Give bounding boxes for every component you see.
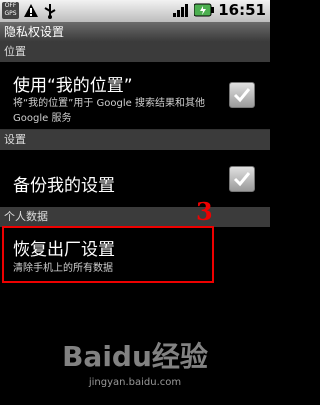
status-time: 16:51 [218, 1, 266, 19]
highlight-box [2, 226, 214, 283]
section-header-location: 位置 [0, 42, 270, 62]
item-title: 使用“我的位置” [13, 76, 133, 96]
section-header-settings: 设置 [0, 130, 270, 150]
item-title: 备份我的设置 [13, 176, 115, 196]
signal-icon [173, 4, 189, 17]
gps-off-icon: OFF GPS [2, 2, 19, 19]
item-summary: 将“我的位置”用于 Google 搜索结果和其他 Google 服务 [13, 98, 205, 124]
backup-checkbox[interactable] [229, 166, 255, 192]
battery-icon [194, 3, 215, 17]
section-header-personal-data: 个人数据 [0, 207, 270, 227]
location-checkbox[interactable] [229, 82, 255, 108]
status-bar: OFF GPS 16:51 [0, 0, 270, 22]
warning-icon [24, 4, 38, 17]
page-title: 隐私权设置 [0, 22, 270, 42]
watermark-url: jingyan.baidu.com [88, 377, 182, 388]
watermark-logo: Baidu经验 [62, 340, 208, 373]
step-number: 3 [196, 197, 213, 226]
usb-icon [44, 3, 56, 19]
watermark: Baidu经验 jingyan.baidu.com [0, 335, 270, 388]
